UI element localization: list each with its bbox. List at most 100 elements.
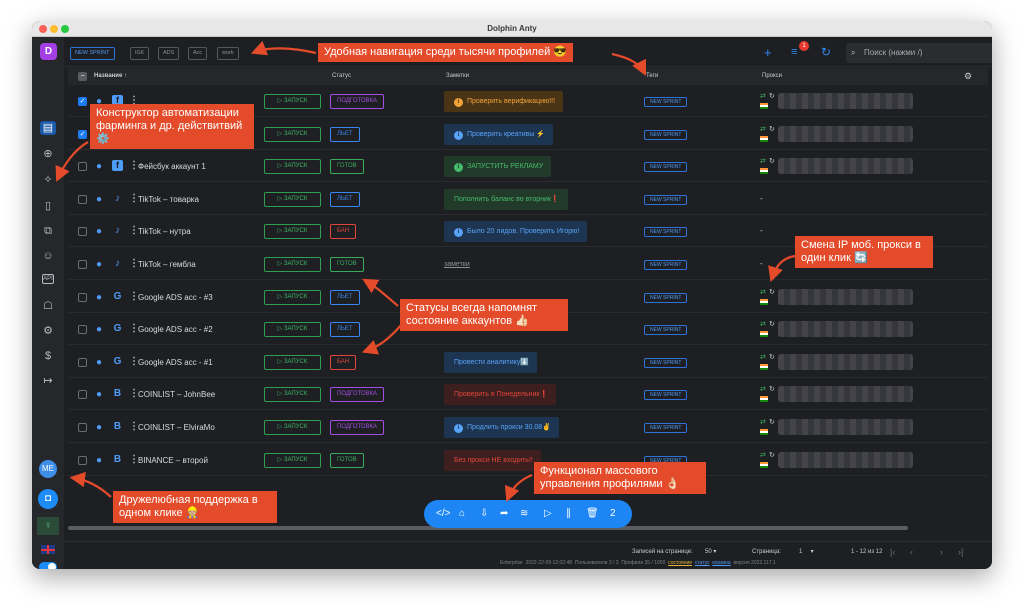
tag-badge[interactable]: NEW SPRINT: [644, 227, 688, 238]
rotate-ip-icon[interactable]: ↻: [769, 451, 775, 459]
robot-icon[interactable]: ☖: [40, 299, 56, 313]
row-checkbox[interactable]: [78, 260, 87, 269]
language-flag-icon[interactable]: [41, 545, 55, 554]
tag-icon[interactable]: ⌂: [459, 508, 465, 519]
note-chip[interactable]: i Продлить прокси 30.08✌️: [444, 417, 559, 438]
automation-icon[interactable]: ✧: [40, 173, 56, 187]
select-all-checkbox[interactable]: −: [78, 72, 87, 81]
filter-chip-ads[interactable]: ADS: [158, 47, 180, 60]
per-page-select[interactable]: 50 ▾: [705, 542, 716, 562]
notes-placeholder[interactable]: заметки: [444, 254, 478, 275]
browser-profiles-icon[interactable]: ▤: [40, 121, 56, 135]
launch-button[interactable]: ▷ ЗАПУСК: [264, 191, 321, 207]
tag-badge[interactable]: NEW SPRINT: [644, 97, 688, 107]
filter-chip-work[interactable]: work: [217, 47, 239, 60]
swap-icon[interactable]: ⇄: [760, 451, 766, 459]
trash-link[interactable]: корзина: [712, 560, 730, 566]
rotate-ip-icon[interactable]: ↻: [769, 288, 775, 296]
rotate-ip-icon[interactable]: ↻: [769, 92, 775, 100]
prev-page-icon[interactable]: ‹: [910, 542, 913, 562]
proxy-cell[interactable]: ⇄ ↻: [760, 451, 920, 471]
table-row[interactable]: ● B ⋮ COINLIST – JohnBee ▷ ЗАПУСК ПОДГОТОВКА П…: [68, 379, 988, 411]
proxy-cell[interactable]: ⇄ ↻: [760, 157, 920, 177]
last-page-icon[interactable]: ›|: [958, 542, 963, 562]
status-badge[interactable]: ЛЬЕТ: [330, 289, 360, 305]
proxy-cell[interactable]: ⇄ ↻: [760, 418, 920, 438]
wifi-icon[interactable]: ≋: [520, 508, 528, 519]
profile-name[interactable]: Google ADS acc - #1: [138, 358, 213, 367]
table-row[interactable]: ● B ⋮ BINANCE – второй ▷ ЗАПУСК ГОТОВ Без прок…: [68, 445, 988, 476]
swap-icon[interactable]: ⇄: [760, 418, 766, 426]
filter-chip-new-sprint[interactable]: NEW SPRINT: [70, 47, 115, 60]
profile-name[interactable]: TikTok – гембла: [138, 260, 196, 269]
pause-icon[interactable]: ∥: [566, 508, 571, 519]
column-header-notes[interactable]: Заметки: [446, 68, 469, 85]
note-chip[interactable]: Проверить в Понедельник❗: [444, 384, 557, 406]
status-badge[interactable]: ЛЬЕТ: [330, 191, 360, 207]
row-checkbox[interactable]: [78, 455, 87, 465]
bookmarks-icon[interactable]: ▯: [40, 199, 56, 213]
proxy-cell[interactable]: ⇄ ↻: [760, 125, 920, 145]
row-checkbox[interactable]: ✓: [78, 129, 87, 139]
tag-badge[interactable]: NEW SPRINT: [644, 194, 688, 205]
swap-icon[interactable]: ⇄: [760, 92, 766, 100]
swap-icon[interactable]: ⇄: [760, 320, 766, 328]
proxy-icon[interactable]: ⊕: [40, 147, 56, 161]
tag-badge[interactable]: NEW SPRINT: [644, 325, 688, 336]
launch-button[interactable]: ▷ ЗАПУСК: [264, 257, 321, 272]
status-badge[interactable]: ПОДГОТОВКА: [330, 420, 385, 435]
launch-button[interactable]: ▷ ЗАПУСК: [264, 224, 321, 240]
filter-chip-ig6[interactable]: IG6: [130, 47, 149, 60]
status-badge[interactable]: БАН: [330, 224, 357, 240]
launch-button[interactable]: ▷ ЗАПУСК: [264, 322, 321, 338]
settings-icon[interactable]: ⚙: [40, 324, 56, 338]
row-checkbox[interactable]: [78, 325, 87, 335]
proxy-cell[interactable]: ⇄ ↻: [760, 353, 920, 373]
state-link[interactable]: состояние: [668, 560, 692, 566]
launch-button[interactable]: ▷ ЗАПУСК: [264, 354, 321, 370]
code-icon[interactable]: </>: [436, 508, 450, 519]
tag-badge[interactable]: NEW SPRINT: [644, 423, 688, 433]
trash-icon[interactable]: 🗑: [586, 508, 599, 519]
status-badge[interactable]: ЛЬЕТ: [330, 126, 360, 142]
swap-icon[interactable]: ⇄: [760, 288, 766, 296]
share-icon[interactable]: ➦: [500, 508, 508, 519]
first-page-icon[interactable]: |‹: [890, 542, 895, 562]
note-chip[interactable]: Пополнить баланс во вторник❗: [444, 188, 568, 210]
row-checkbox[interactable]: [78, 390, 87, 400]
column-settings-icon[interactable]: ⚙: [964, 68, 972, 85]
search-input[interactable]: ⌕ Поиск (нажми /): [846, 43, 992, 63]
tag-badge[interactable]: NEW SPRINT: [644, 390, 688, 401]
status-link[interactable]: статус: [695, 560, 710, 566]
profile-name[interactable]: TikTok – нутра: [138, 227, 191, 236]
add-profile-icon[interactable]: +: [764, 45, 772, 60]
proxy-cell[interactable]: ⇄ ↻: [760, 385, 920, 405]
tag-badge[interactable]: NEW SPRINT: [644, 292, 688, 303]
rotate-ip-icon[interactable]: ↻: [769, 385, 775, 393]
support-chat-icon[interactable]: ◘: [38, 489, 58, 509]
column-header-tags[interactable]: Теги: [646, 68, 658, 85]
rotate-ip-icon[interactable]: ↻: [769, 125, 775, 133]
status-badge[interactable]: ГОТОВ: [330, 159, 364, 175]
launch-button[interactable]: ▷ ЗАПУСК: [264, 387, 321, 403]
status-badge[interactable]: ПОДГОТОВКА: [330, 387, 385, 403]
column-header-name[interactable]: Название ↑: [94, 68, 127, 85]
launch-button[interactable]: ▷ ЗАПУСК: [264, 420, 321, 435]
rotate-ip-icon[interactable]: ↻: [769, 320, 775, 328]
row-checkbox[interactable]: [78, 357, 87, 367]
table-row[interactable]: ● B ⋮ COINLIST – ElviraMo ▷ ЗАПУСК ПОДГОТОВКА…: [68, 412, 988, 443]
profile-name[interactable]: BINANCE – второй: [138, 456, 208, 465]
profile-name[interactable]: COINLIST – JohnBee: [138, 390, 215, 399]
note-chip[interactable]: i Проверить верификацию!!!: [444, 91, 564, 112]
refresh-icon[interactable]: ↻: [821, 45, 831, 59]
column-header-status[interactable]: Статус: [332, 68, 351, 85]
status-badge[interactable]: БАН: [330, 354, 357, 370]
rotate-ip-icon[interactable]: ↻: [769, 157, 775, 165]
import-icon[interactable]: ⇩: [480, 508, 488, 519]
filter-chip-acc[interactable]: Acc: [188, 47, 208, 60]
status-badge[interactable]: ГОТОВ: [330, 257, 364, 272]
extensions-icon[interactable]: ⧉: [40, 224, 56, 238]
table-row[interactable]: ● f ⋮ Фейсбук аккаунт 1 ▷ ЗАПУСК ГОТОВ i ЗАПУСТ…: [68, 151, 988, 183]
lightbulb-icon[interactable]: ♀: [37, 517, 59, 535]
api-icon[interactable]: API: [42, 274, 54, 284]
